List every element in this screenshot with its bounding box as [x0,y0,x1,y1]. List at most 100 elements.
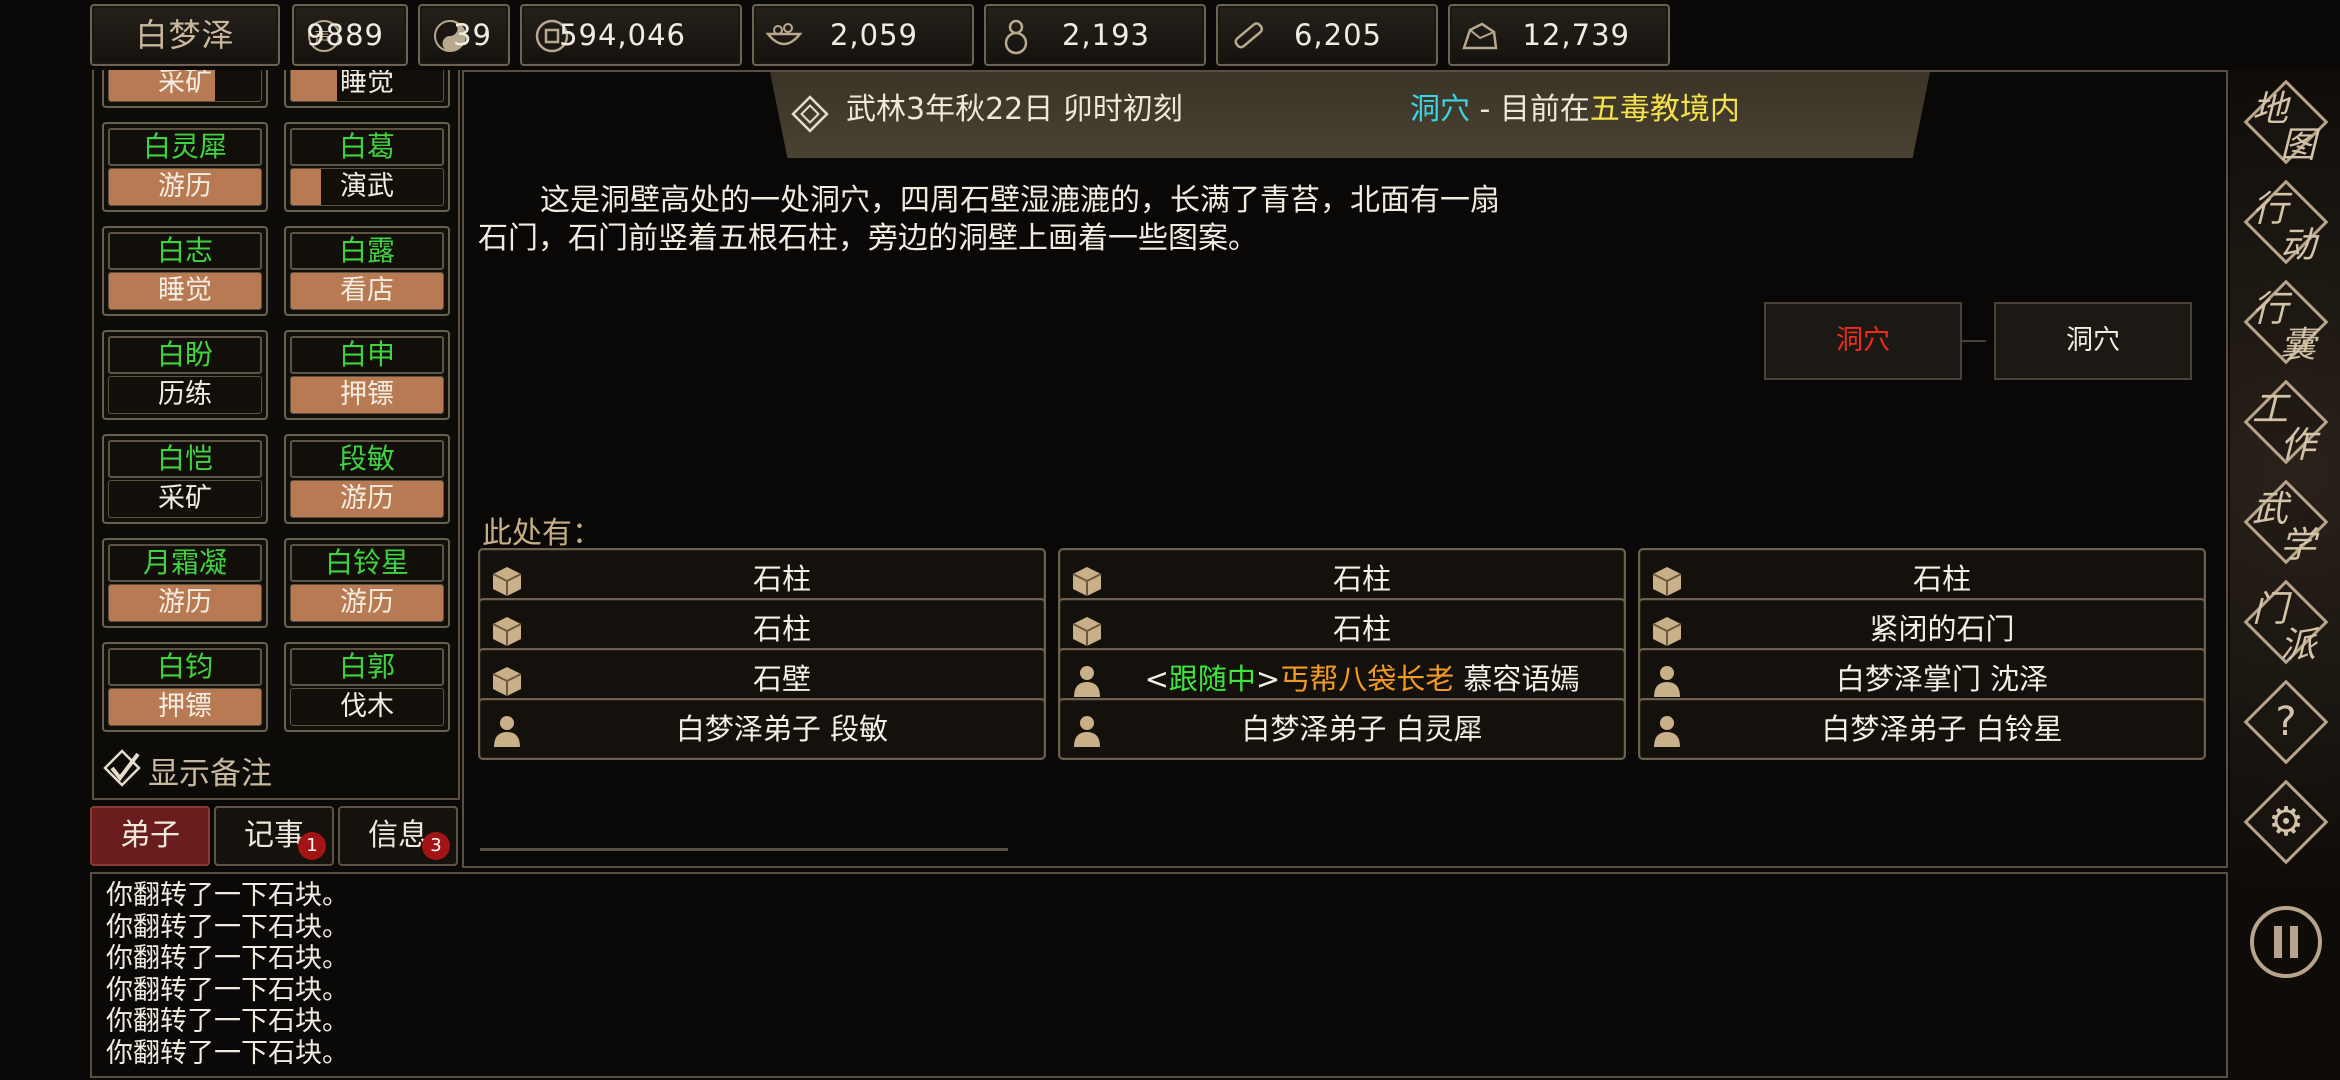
tab-messages[interactable]: 信息 3 [338,806,458,866]
disciple-activity: 采矿 [108,480,262,518]
disciple-name: 段敏 [290,440,444,478]
food-value: 2,059 [829,18,918,52]
sect-button[interactable]: 门派 [2243,579,2329,666]
disciple-card[interactable]: 睡觉 [284,70,450,108]
disciple-card[interactable]: 白铃星 游历 [284,538,450,628]
prestige-value: 9889 [306,18,384,52]
wine-stat: 2,193 [984,4,1206,66]
npc-entry[interactable]: 白梦泽弟子 段敏 [478,698,1046,760]
log-line: 你翻转了一下石块。 [106,943,349,974]
ore-value: 12,739 [1522,18,1630,52]
messages-badge: 3 [422,832,450,860]
ore-icon [1458,14,1502,58]
player-name-box[interactable]: 白梦泽 [90,4,280,66]
disciple-name: 白灵犀 [108,128,262,166]
show-notes-toggle[interactable]: 显示备注 [102,746,272,794]
disciple-name: 白露 [290,232,444,270]
scroll-indicator [480,848,1008,851]
message-log[interactable]: 你翻转了一下石块。 你翻转了一下石块。 你翻转了一下石块。 你翻转了一下石块。 … [90,872,2228,1078]
wood-value: 6,205 [1293,18,1382,52]
log-line: 你翻转了一下石块。 [106,911,349,943]
map-button[interactable]: 地图 [2243,79,2329,166]
show-notes-label: 显示备注 [148,755,272,792]
log-line: 你翻转了一下石块。 [106,880,349,911]
location-separator: - [1470,92,1500,127]
entity-label: 白梦泽弟子 白铃星 [1821,712,2063,746]
disciple-name: 白盼 [108,336,262,374]
pause-button[interactable] [2244,900,2328,984]
wine-value: 2,193 [1061,18,1150,52]
morality-stat: 39 [418,4,510,66]
settings-button[interactable]: ⚙ [2243,779,2329,865]
disciple-name: 白申 [290,336,444,374]
location-panel: 武林3年秋22日 卯时初刻 洞穴 - 目前在五毒教境内 这是洞壁高处的一处洞穴，… [462,70,2228,868]
money-value: 594,046 [559,18,686,52]
player-name: 白梦泽 [135,16,235,54]
prestige-stat: 声 9889 [292,4,408,66]
disciple-name: 白葛 [290,128,444,166]
disciple-card[interactable]: 白钧 押镖 [102,642,268,732]
wood-icon [1226,14,1270,58]
disciple-card[interactable]: 月霜凝 游历 [102,538,268,628]
map-node-adjacent[interactable]: 洞穴 [1994,302,2192,380]
disciple-card[interactable]: 白露 看店 [284,226,450,316]
journal-badge: 1 [298,832,326,860]
martial-arts-button[interactable]: 武学 [2243,479,2329,566]
pause-icon [2250,906,2322,978]
location-prefix: 目前在 [1499,92,1590,127]
disciple-activity: 押镖 [290,376,444,414]
disciple-activity: 演武 [290,168,444,206]
help-button[interactable]: ? [2243,679,2329,765]
log-line: 你翻转了一下石块。 [106,1037,349,1069]
npc-entry[interactable]: 白梦泽弟子 白灵犀 [1058,698,1626,760]
disciple-activity: 游历 [290,480,444,518]
disciple-activity: 采矿 [108,70,262,102]
tab-disciples[interactable]: 弟子 [90,806,210,866]
inventory-button[interactable]: 行囊 [2243,279,2329,366]
disciple-card[interactable]: 白盼 历练 [102,330,268,420]
ore-stat: 12,739 [1448,4,1670,66]
location-description: 这是洞壁高处的一处洞穴，四周石壁湿漉漉的，长满了青苔，北面有一扇石门，石门前竖着… [478,183,1500,256]
disciple-activity: 伐木 [290,688,444,726]
disciple-card[interactable]: 白郭 伐木 [284,642,450,732]
disciple-card[interactable]: 采矿 [102,70,268,108]
disciple-activity: 睡觉 [290,70,444,102]
disciple-name: 白郭 [290,648,444,686]
disciple-card[interactable]: 白志 睡觉 [102,226,268,316]
food-bowl-icon [762,14,806,58]
disciple-name: 白恺 [108,440,262,478]
disciple-name: 白钧 [108,648,262,686]
work-button[interactable]: 工作 [2243,379,2329,466]
entity-label: 白梦泽弟子 段敏 [675,712,889,746]
disciple-name: 月霜凝 [108,544,262,582]
disciple-card[interactable]: 白葛 演武 [284,122,450,212]
disciple-activity: 押镖 [108,688,262,726]
log-line: 你翻转了一下石块。 [106,1006,349,1037]
gear-icon: ⚙ [2268,799,2304,845]
morality-value: 39 [453,18,492,52]
tab-journal[interactable]: 记事 1 [214,806,334,866]
money-stat: 594,046 [520,4,742,66]
disciple-activity: 历练 [108,376,262,414]
disciple-card[interactable]: 白申 押镖 [284,330,450,420]
map-node-current[interactable]: 洞穴 [1764,302,1962,380]
wood-stat: 6,205 [1216,4,1438,66]
entity-label: 白梦泽弟子 白灵犀 [1241,712,1483,746]
panel-tabs: 弟子 记事 1 信息 3 [90,806,462,866]
here-label: 此处有： [482,516,602,551]
disciple-activity: 看店 [290,272,444,310]
game-time: 武林3年秋22日 卯时初刻 [846,92,1183,127]
checkmark-icon [102,748,142,792]
npc-entry[interactable]: 白梦泽弟子 白铃星 [1638,698,2206,760]
place-name: 洞穴 [1410,92,1470,127]
action-button[interactable]: 行动 [2243,179,2329,266]
current-location: 洞穴 - 目前在五毒教境内 [1410,72,1740,148]
disciple-list[interactable]: 采矿 睡觉 白灵犀 游历 白葛 演武 白志 睡觉 白露 看店 白盼 历练 白申 押镖 白恺采… [92,70,460,800]
disciple-activity: 游历 [108,584,262,622]
disciple-name: 白志 [108,232,262,270]
disciple-card[interactable]: 段敏 游历 [284,434,450,524]
disciple-card[interactable]: 白恺 采矿 [102,434,268,524]
disciple-name: 白铃星 [290,544,444,582]
disciple-card[interactable]: 白灵犀 游历 [102,122,268,212]
resource-bar: 白梦泽 声 9889 39 594,046 2,059 2,193 6,205 … [90,4,2330,66]
